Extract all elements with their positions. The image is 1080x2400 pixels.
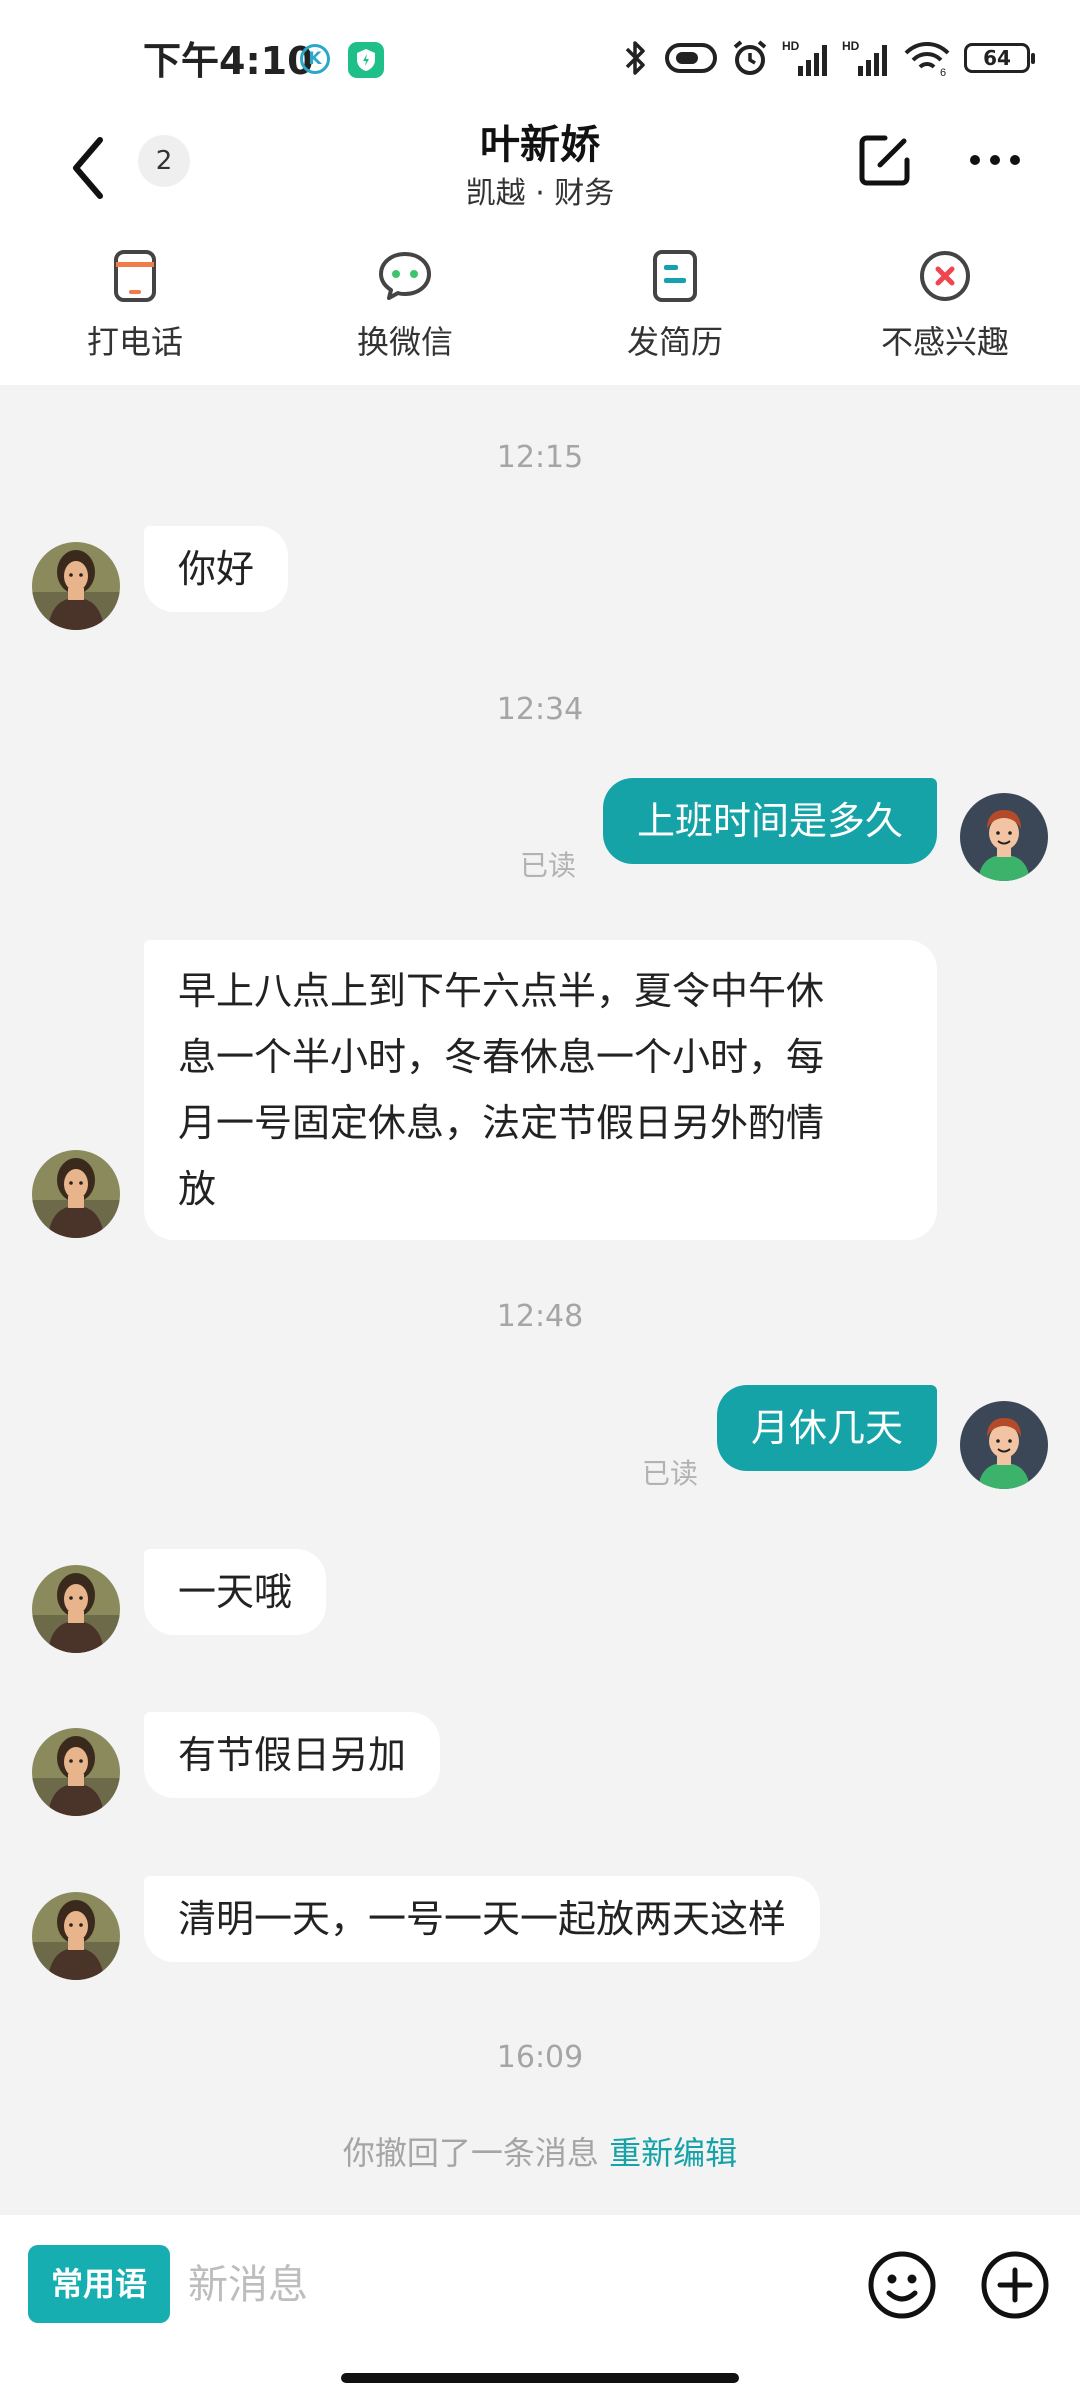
incoming-message[interactable]: 早上八点上到下午六点半，夏令中午休 息一个半小时，冬春休息一个小时，每 月一号固… bbox=[144, 940, 937, 1240]
incoming-message[interactable]: 你好 bbox=[144, 526, 289, 612]
read-status: 已读 bbox=[520, 849, 577, 882]
incoming-message[interactable]: 清明一天，一号一天一起放两天这样 bbox=[144, 1876, 821, 1962]
edit-button[interactable] bbox=[855, 130, 915, 190]
recall-notice: 你撤回了一条消息 重新编辑 bbox=[0, 2128, 1080, 2174]
more-icon bbox=[970, 155, 1020, 165]
action-bar: 打电话 换微信 发简历 不感兴趣 bbox=[0, 235, 1080, 385]
signal-icon: HD bbox=[842, 39, 887, 76]
outgoing-message[interactable]: 月休几天 bbox=[716, 1385, 937, 1471]
plus-button[interactable] bbox=[979, 2249, 1051, 2321]
message-input[interactable] bbox=[186, 2245, 830, 2325]
k-app-icon: K bbox=[300, 44, 330, 74]
message-line: 月一号固定休息，法定节假日另外酌情 bbox=[178, 1101, 825, 1145]
status-bar: 下午4:10 K HD HD 6 64 bbox=[0, 0, 1080, 110]
incoming-message[interactable]: 一天哦 bbox=[144, 1549, 327, 1635]
chat-header: 2 叶新娇 凯越 · 财务 bbox=[0, 110, 1080, 235]
common-phrases-button[interactable]: 常用语 bbox=[28, 2245, 170, 2323]
wechat-action[interactable]: 换微信 bbox=[295, 235, 515, 385]
home-indicator[interactable] bbox=[341, 2373, 739, 2383]
battery-icon: 64 bbox=[964, 43, 1035, 73]
contact-avatar[interactable] bbox=[32, 1565, 120, 1653]
resume-action[interactable]: 发简历 bbox=[565, 235, 785, 385]
not-interested-label: 不感兴趣 bbox=[880, 323, 1009, 361]
alarm-icon bbox=[733, 40, 767, 75]
contact-avatar[interactable] bbox=[32, 1728, 120, 1816]
svg-text:HD: HD bbox=[842, 39, 860, 53]
call-label: 打电话 bbox=[86, 323, 183, 361]
svg-text:6: 6 bbox=[940, 67, 946, 78]
re-edit-link[interactable]: 重新编辑 bbox=[609, 2134, 737, 2172]
read-status: 已读 bbox=[642, 1457, 699, 1490]
signal-icon: HD bbox=[782, 39, 827, 76]
contact-avatar[interactable] bbox=[32, 1892, 120, 1980]
call-action[interactable]: 打电话 bbox=[25, 235, 245, 385]
contact-avatar[interactable] bbox=[32, 542, 120, 630]
not-interested-action[interactable]: 不感兴趣 bbox=[835, 235, 1055, 385]
contact-name: 叶新娇 bbox=[480, 122, 600, 168]
contact-avatar[interactable] bbox=[32, 1150, 120, 1238]
status-icons: HD HD 6 64 bbox=[618, 36, 1035, 80]
wifi-icon: 6 bbox=[904, 42, 950, 78]
toggle-icon bbox=[665, 43, 717, 73]
shield-icon bbox=[348, 42, 384, 78]
not-interested-icon bbox=[920, 251, 970, 301]
status-time: 下午4:10 bbox=[143, 39, 314, 83]
emoji-button[interactable] bbox=[866, 2249, 938, 2321]
wechat-label: 换微信 bbox=[356, 323, 453, 361]
resume-label: 发简历 bbox=[626, 323, 723, 361]
message-line: 早上八点上到下午六点半，夏令中午休 bbox=[178, 969, 825, 1013]
timestamp: 12:34 bbox=[496, 692, 584, 727]
outgoing-message[interactable]: 上班时间是多久 bbox=[602, 778, 937, 864]
user-avatar[interactable] bbox=[960, 793, 1048, 881]
resume-icon bbox=[653, 250, 697, 302]
plus-icon bbox=[981, 2251, 1049, 2319]
incoming-message[interactable]: 有节假日另加 bbox=[144, 1712, 441, 1798]
contact-subtitle: 凯越 · 财务 bbox=[465, 176, 615, 211]
bluetooth-icon bbox=[625, 41, 645, 75]
edit-icon bbox=[859, 135, 910, 186]
emoji-icon bbox=[868, 2251, 936, 2319]
timestamp: 16:09 bbox=[496, 2040, 584, 2075]
phone-icon bbox=[114, 250, 156, 302]
message-line: 放 bbox=[178, 1167, 217, 1211]
more-button[interactable] bbox=[965, 140, 1025, 180]
timestamp: 12:15 bbox=[496, 440, 584, 475]
timestamp: 12:48 bbox=[496, 1299, 584, 1334]
wechat-icon bbox=[379, 252, 431, 300]
message-line: 息一个半小时，冬春休息一个小时，每 bbox=[178, 1035, 825, 1079]
recall-text: 你撤回了一条消息 bbox=[342, 2134, 599, 2172]
user-avatar[interactable] bbox=[960, 1401, 1048, 1489]
svg-text:HD: HD bbox=[782, 39, 800, 53]
